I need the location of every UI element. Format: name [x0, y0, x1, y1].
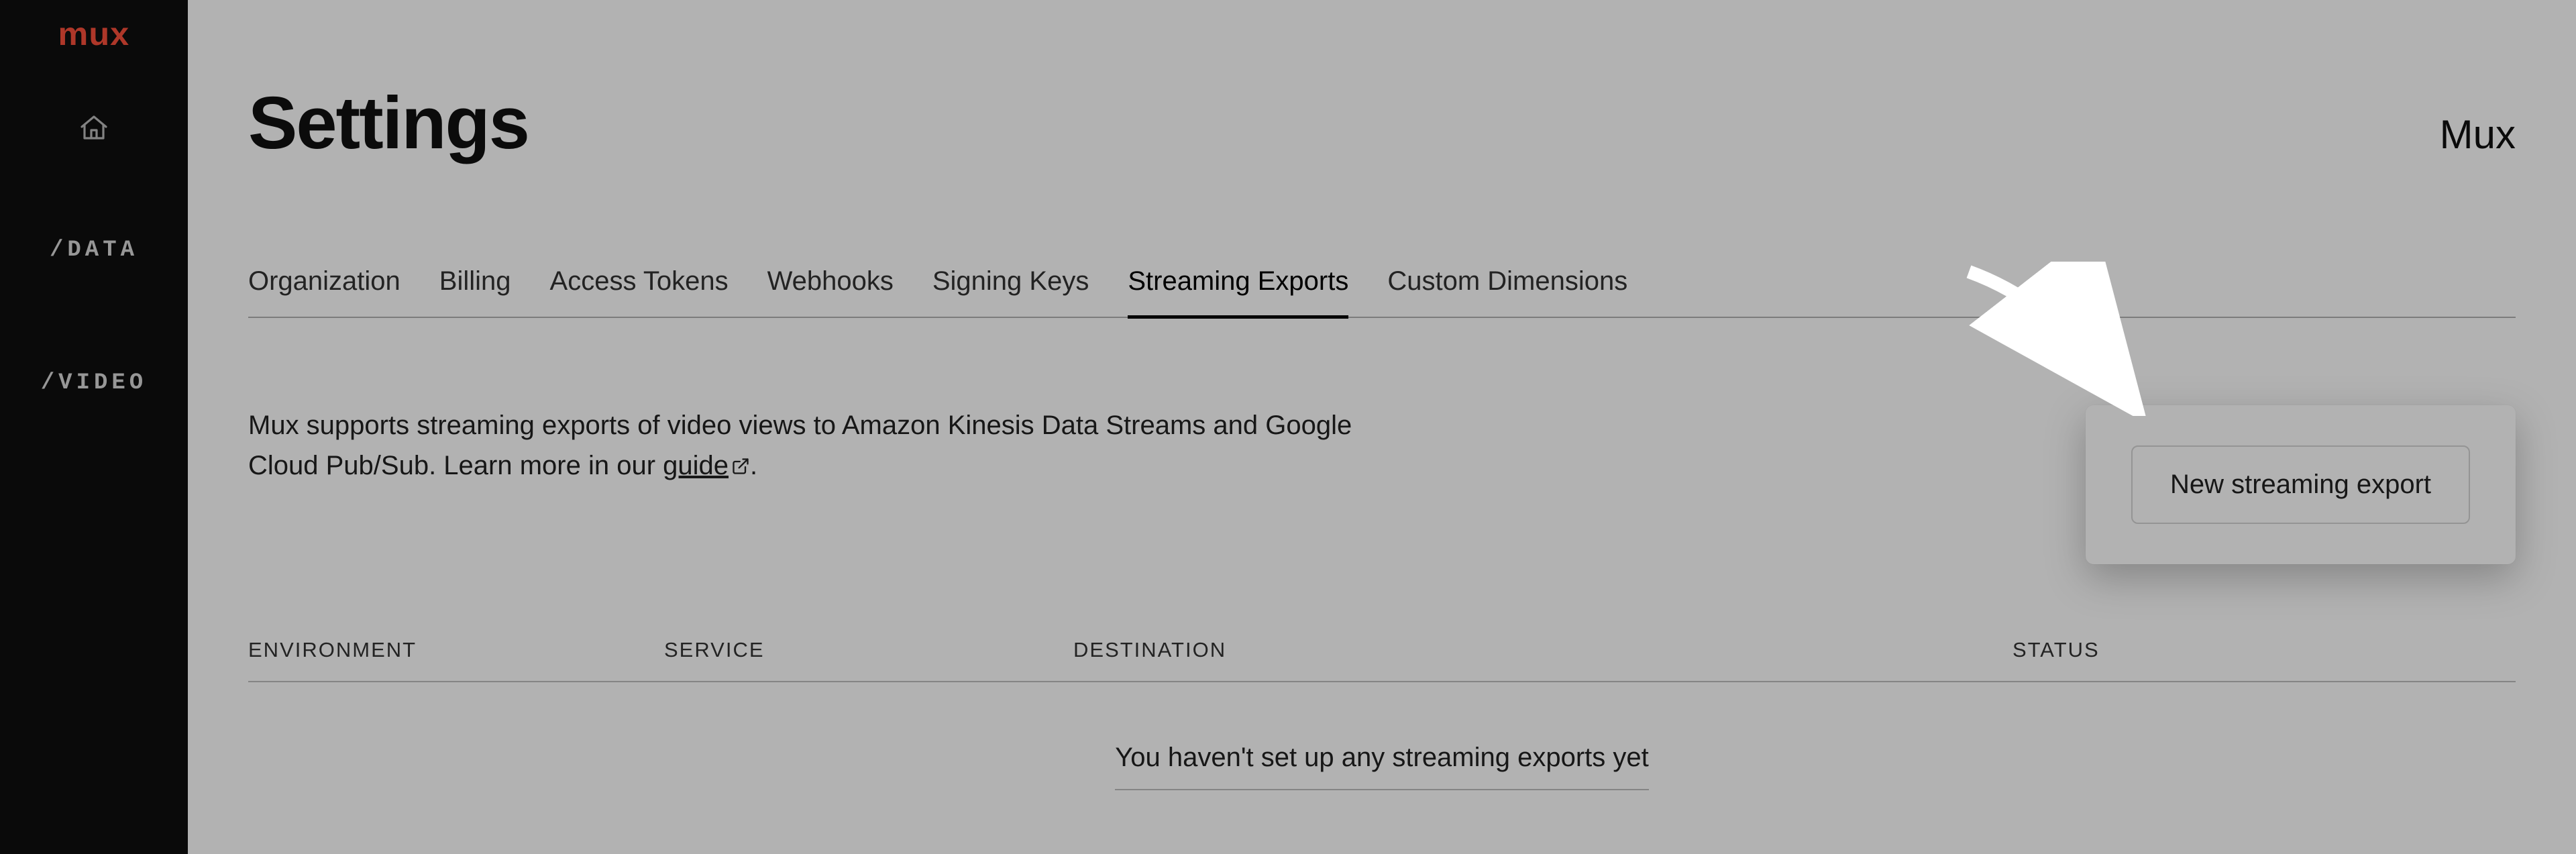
exports-table: ENVIRONMENT SERVICE DESTINATION STATUS Y…	[248, 638, 2516, 790]
sidebar: mux /DATA /VIDEO	[0, 0, 188, 854]
external-link-icon	[731, 457, 750, 476]
column-header-service: SERVICE	[664, 638, 1073, 662]
tab-custom-dimensions[interactable]: Custom Dimensions	[1387, 266, 1627, 317]
tab-streaming-exports[interactable]: Streaming Exports	[1128, 266, 1348, 319]
guide-link[interactable]: guide	[663, 451, 750, 480]
column-header-destination: DESTINATION	[1073, 638, 2012, 662]
tab-access-tokens[interactable]: Access Tokens	[550, 266, 729, 317]
sidebar-item-data[interactable]: /DATA	[50, 237, 138, 263]
sidebar-item-video[interactable]: /VIDEO	[41, 370, 147, 396]
table-empty-state: You haven't set up any streaming exports…	[248, 682, 2516, 790]
tab-signing-keys[interactable]: Signing Keys	[932, 266, 1089, 317]
settings-tabs: Organization Billing Access Tokens Webho…	[248, 266, 2516, 318]
new-streaming-export-button[interactable]: New streaming export	[2131, 445, 2470, 524]
tab-billing[interactable]: Billing	[439, 266, 511, 317]
home-icon[interactable]	[78, 111, 110, 144]
main-content: Settings Mux Organization Billing Access…	[188, 0, 2576, 854]
org-name: Mux	[2440, 111, 2516, 158]
new-export-callout: New streaming export	[2086, 405, 2516, 564]
tab-webhooks[interactable]: Webhooks	[767, 266, 894, 317]
table-header-row: ENVIRONMENT SERVICE DESTINATION STATUS	[248, 638, 2516, 682]
column-header-environment: ENVIRONMENT	[248, 638, 664, 662]
tab-organization[interactable]: Organization	[248, 266, 400, 317]
description-text-after: .	[750, 451, 757, 480]
description-text-before: Mux supports streaming exports of video …	[248, 411, 1352, 480]
mux-logo[interactable]: mux	[60, 19, 128, 51]
streaming-exports-description: Mux supports streaming exports of video …	[248, 405, 1422, 486]
page-title: Settings	[248, 81, 529, 166]
empty-state-message: You haven't set up any streaming exports…	[1115, 743, 1649, 790]
logo-text: mux	[58, 19, 130, 51]
column-header-status: STATUS	[2012, 638, 2516, 662]
